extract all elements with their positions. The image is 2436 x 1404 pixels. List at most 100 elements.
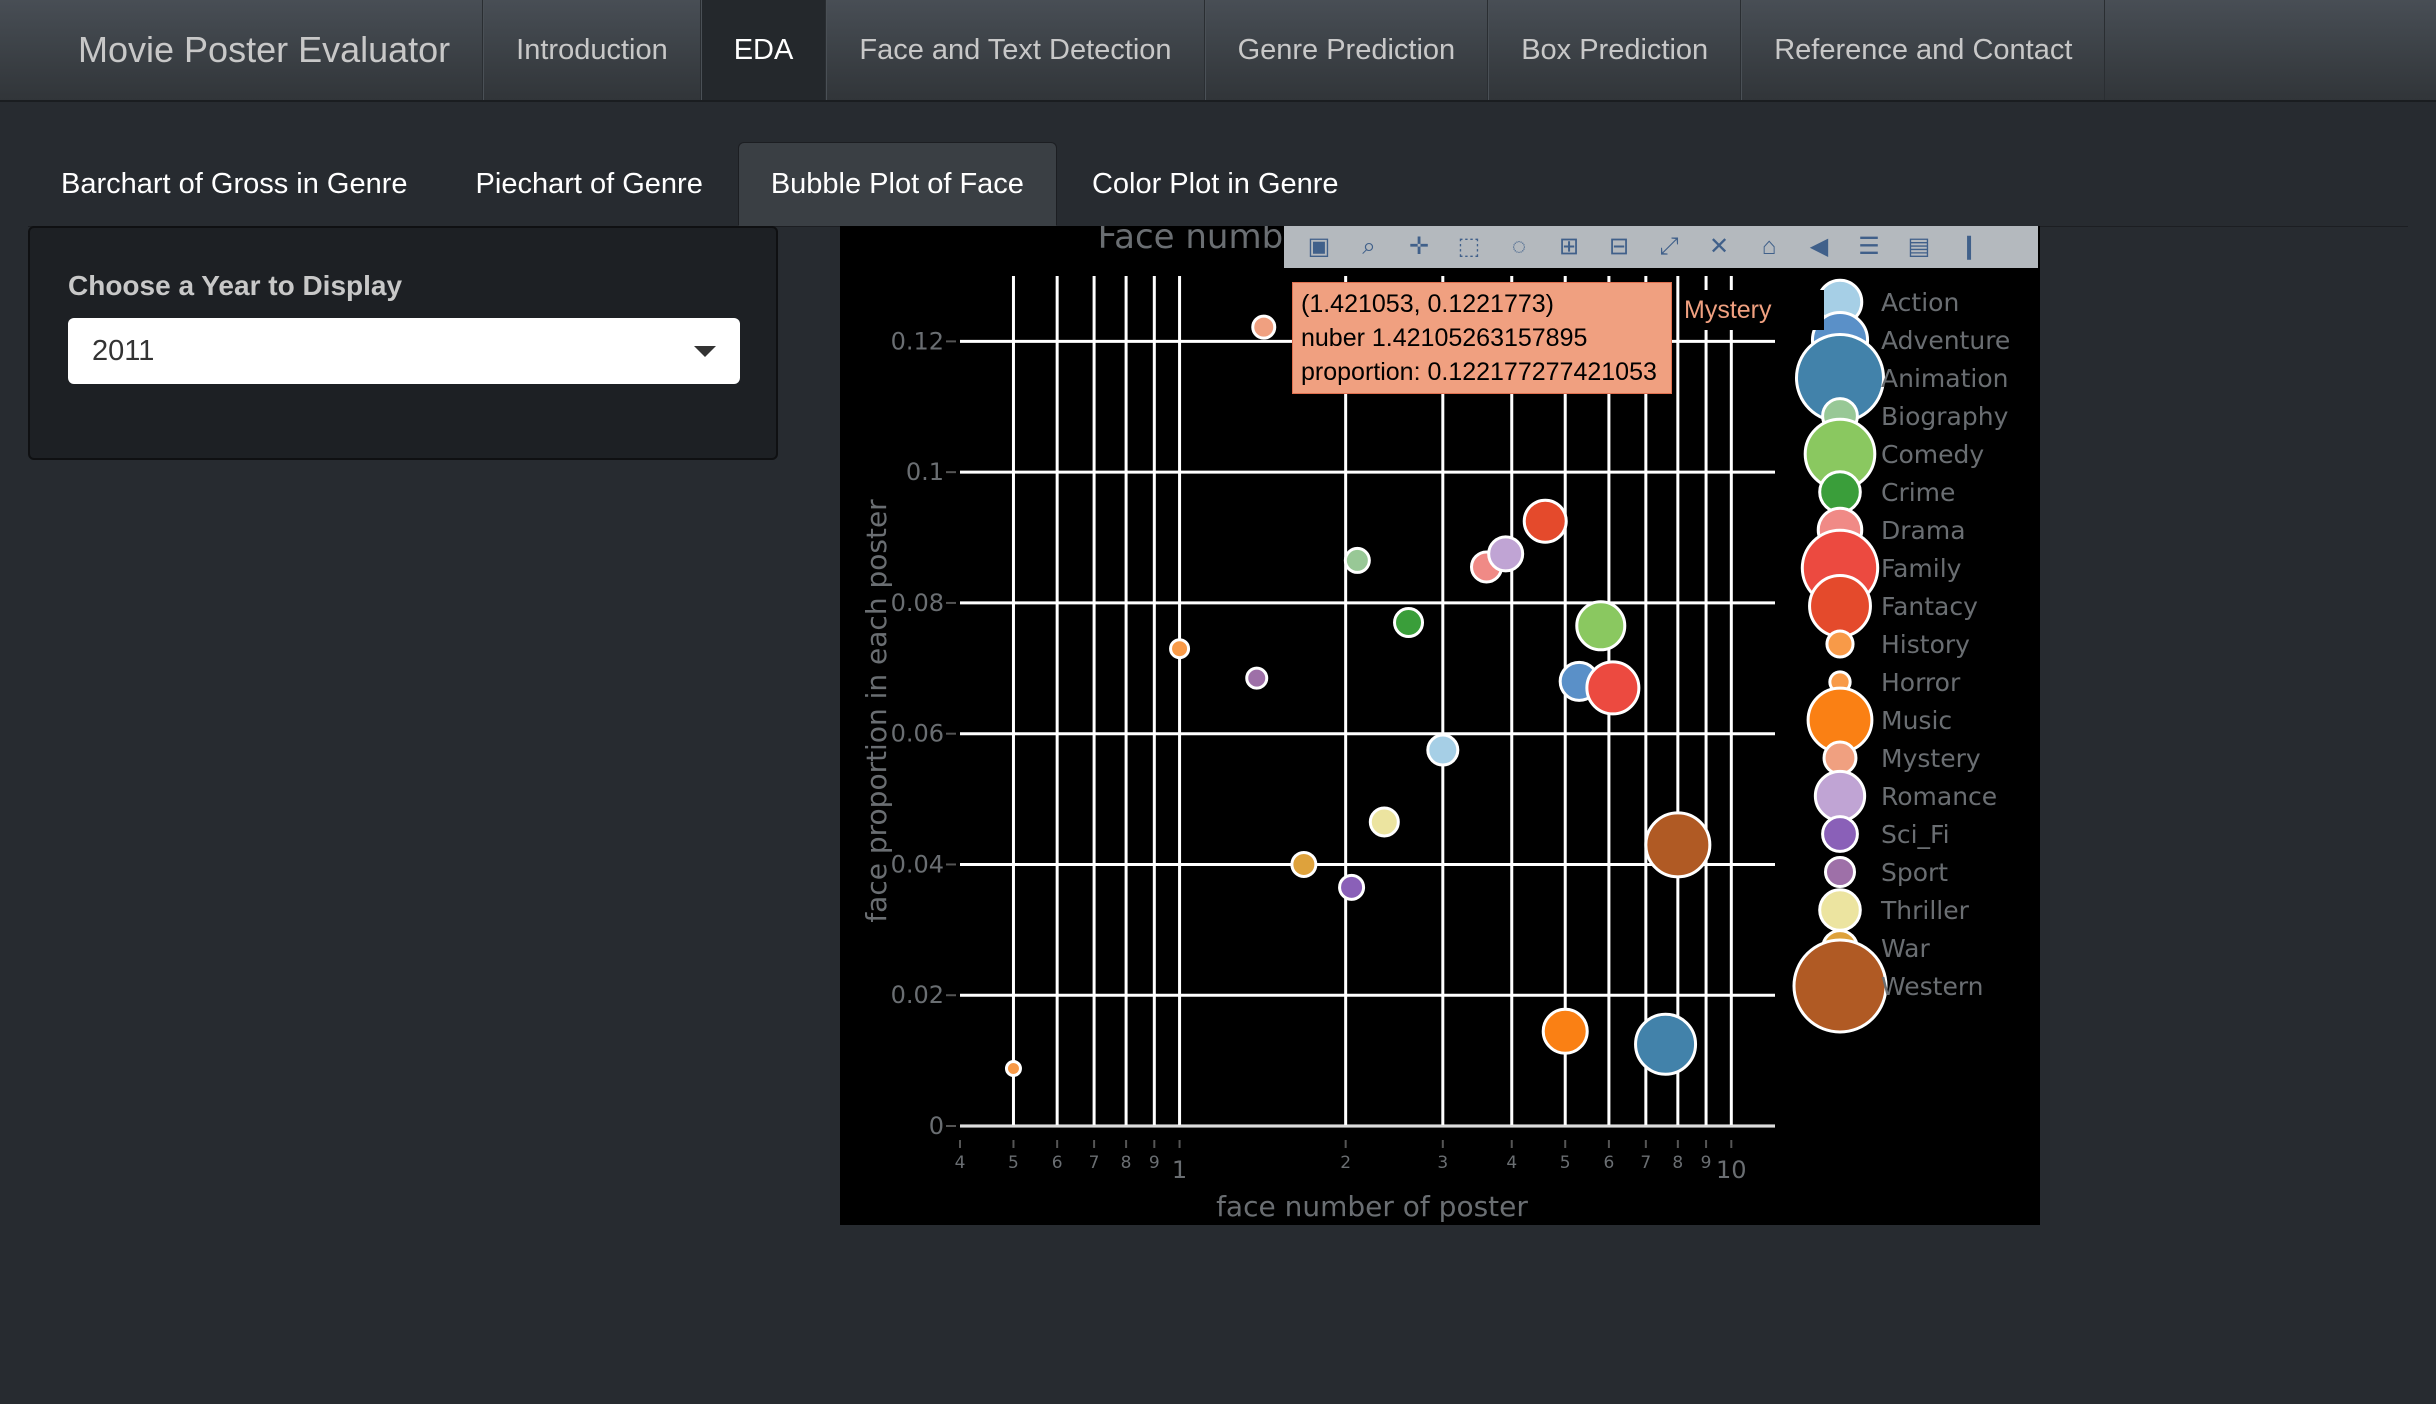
- x-tick-label: 7: [1089, 1153, 1100, 1173]
- autoscale-icon[interactable]: ⤢: [1654, 232, 1684, 262]
- spike-lines-icon[interactable]: ◀: [1804, 232, 1834, 262]
- bubble-family[interactable]: [1585, 660, 1641, 716]
- legend-label[interactable]: Animation: [1881, 364, 2008, 393]
- bubble-crime[interactable]: [1393, 607, 1425, 639]
- nav-introduction[interactable]: Introduction: [483, 0, 701, 100]
- bubble-western[interactable]: [1644, 811, 1712, 879]
- bubble-mystery[interactable]: [1251, 314, 1277, 340]
- nav-reference-and-contact[interactable]: Reference and Contact: [1741, 0, 2106, 100]
- nav-eda[interactable]: EDA: [700, 0, 827, 100]
- legend-marker[interactable]: [1818, 470, 1862, 514]
- lasso-select-icon[interactable]: ◌: [1504, 232, 1534, 262]
- tooltip-coords: (1.421053, 0.1221773): [1301, 290, 1554, 318]
- tooltip-proportion: proportion: 0.122177277421053: [1301, 358, 1657, 386]
- bubble-thriller[interactable]: [1368, 806, 1400, 838]
- y-tick-label: 0.02: [891, 981, 944, 1009]
- bubble-comedy[interactable]: [1575, 600, 1627, 652]
- bubble-sci-fi[interactable]: [1338, 873, 1366, 901]
- legend-label[interactable]: Horror: [1881, 668, 1961, 697]
- tab-piechart-of-genre[interactable]: Piechart of Genre: [443, 142, 736, 226]
- legend-marker[interactable]: [1821, 815, 1859, 853]
- zoom-icon[interactable]: ⌕: [1354, 232, 1384, 262]
- sidebar-panel: Choose a Year to Display 2011: [28, 226, 778, 460]
- tab-barchart-of-gross[interactable]: Barchart of Gross in Genre: [28, 142, 441, 226]
- legend-label[interactable]: Family: [1881, 554, 1962, 583]
- legend-label[interactable]: Fantacy: [1881, 592, 1978, 621]
- reset-axes-icon[interactable]: ✕: [1704, 232, 1734, 262]
- x-tick-label: 8: [1672, 1153, 1683, 1173]
- x-tick-label: 5: [1560, 1153, 1571, 1173]
- x-tick-label: 10: [1716, 1156, 1747, 1184]
- pan-icon[interactable]: ✛: [1404, 232, 1434, 262]
- legend-label[interactable]: Western: [1881, 972, 1984, 1001]
- legend-marker[interactable]: [1808, 574, 1872, 638]
- legend-label[interactable]: Sport: [1881, 858, 1948, 887]
- legend-label[interactable]: Thriller: [1880, 896, 1970, 925]
- legend-label[interactable]: Mystery: [1881, 744, 1981, 773]
- tooltip-series-name: Mystery: [1680, 290, 1824, 330]
- bubble-animation[interactable]: [1634, 1012, 1698, 1076]
- tab-bubble-plot-of-face[interactable]: Bubble Plot of Face: [737, 142, 1057, 226]
- legend-label[interactable]: Biography: [1881, 402, 2009, 431]
- tooltip-number: nuber 1.42105263157895: [1301, 324, 1588, 352]
- top-navbar: Movie Poster Evaluator Introduction EDA …: [0, 0, 2436, 102]
- y-tick-label: 0.1: [906, 458, 944, 486]
- legend-label[interactable]: Drama: [1881, 516, 1966, 545]
- nav-box-prediction[interactable]: Box Prediction: [1488, 0, 1742, 100]
- app-brand[interactable]: Movie Poster Evaluator: [0, 0, 484, 100]
- bubble-sport[interactable]: [1245, 666, 1269, 690]
- y-tick-label: 0.04: [891, 850, 944, 878]
- bubble-history[interactable]: [1169, 638, 1191, 660]
- x-tick-label: 3: [1437, 1153, 1448, 1173]
- year-select[interactable]: 2011: [68, 318, 740, 384]
- nav-face-and-text-detection[interactable]: Face and Text Detection: [826, 0, 1205, 100]
- bubble-fantacy[interactable]: [1522, 498, 1568, 544]
- tab-color-plot-in-genre[interactable]: Color Plot in Genre: [1059, 142, 1372, 226]
- zoom-out-icon[interactable]: ⊟: [1604, 232, 1634, 262]
- legend-marker[interactable]: [1822, 740, 1858, 776]
- y-tick-label: 0.12: [891, 327, 944, 355]
- y-axis-label: face proportion in each poster: [860, 499, 893, 923]
- plotly-logo-icon[interactable]: ❙: [1954, 232, 1984, 262]
- box-select-icon[interactable]: ⬚: [1454, 232, 1484, 262]
- camera-icon[interactable]: ▣: [1304, 232, 1334, 262]
- compare-hover-icon[interactable]: ☰: [1854, 232, 1884, 262]
- legend-label[interactable]: Action: [1881, 288, 1959, 317]
- legend-label[interactable]: History: [1881, 630, 1970, 659]
- y-tick-label: 0.06: [891, 720, 944, 748]
- x-tick-label: 1: [1172, 1156, 1187, 1184]
- show-closest-icon[interactable]: ▤: [1904, 232, 1934, 262]
- bubble-biography[interactable]: [1343, 546, 1371, 574]
- bubble-war[interactable]: [1290, 850, 1318, 878]
- home-icon[interactable]: ⌂: [1754, 232, 1784, 262]
- legend-label[interactable]: War: [1881, 934, 1930, 963]
- x-tick-label: 6: [1052, 1153, 1063, 1173]
- legend-label[interactable]: Comedy: [1881, 440, 1984, 469]
- legend-marker[interactable]: [1824, 856, 1856, 888]
- x-tick-label: 9: [1149, 1153, 1160, 1173]
- x-tick-label: 4: [955, 1153, 966, 1173]
- legend-marker[interactable]: [1792, 938, 1888, 1034]
- x-tick-label: 8: [1121, 1153, 1132, 1173]
- legend-marker[interactable]: [1813, 769, 1867, 823]
- x-tick-label: 2: [1340, 1153, 1351, 1173]
- legend-label[interactable]: Music: [1881, 706, 1952, 735]
- grid-lines: [960, 276, 1775, 1128]
- nav-genre-prediction[interactable]: Genre Prediction: [1204, 0, 1489, 100]
- bubble-plot[interactable]: 4 5 6 7 8 9 1 2 3 4 5 6 7 8 9 10 0 0.02 0.04 0.06 0.08 0.1 0.1…: [840, 226, 2040, 1225]
- zoom-in-icon[interactable]: ⊞: [1554, 232, 1584, 262]
- legend-marker[interactable]: [1818, 888, 1862, 932]
- eda-tabs: Barchart of Gross in Genre Piechart of G…: [28, 142, 2408, 227]
- legend-label[interactable]: Sci_Fi: [1881, 820, 1950, 849]
- legend-label[interactable]: Romance: [1881, 782, 1997, 811]
- legend-label[interactable]: Adventure: [1881, 326, 2010, 355]
- bubble-music[interactable]: [1541, 1007, 1589, 1055]
- bubble-action[interactable]: [1426, 733, 1460, 767]
- bubble-romance[interactable]: [1487, 535, 1525, 573]
- x-axis-label: face number of poster: [1216, 1190, 1528, 1223]
- bubble-horror[interactable]: [1004, 1059, 1022, 1077]
- chevron-down-icon[interactable]: [694, 345, 716, 357]
- hover-tooltip: (1.421053, 0.1221773) nuber 1.4210526315…: [1292, 282, 1672, 394]
- legend-label[interactable]: Crime: [1881, 478, 1955, 507]
- legend-marker[interactable]: [1825, 629, 1855, 659]
